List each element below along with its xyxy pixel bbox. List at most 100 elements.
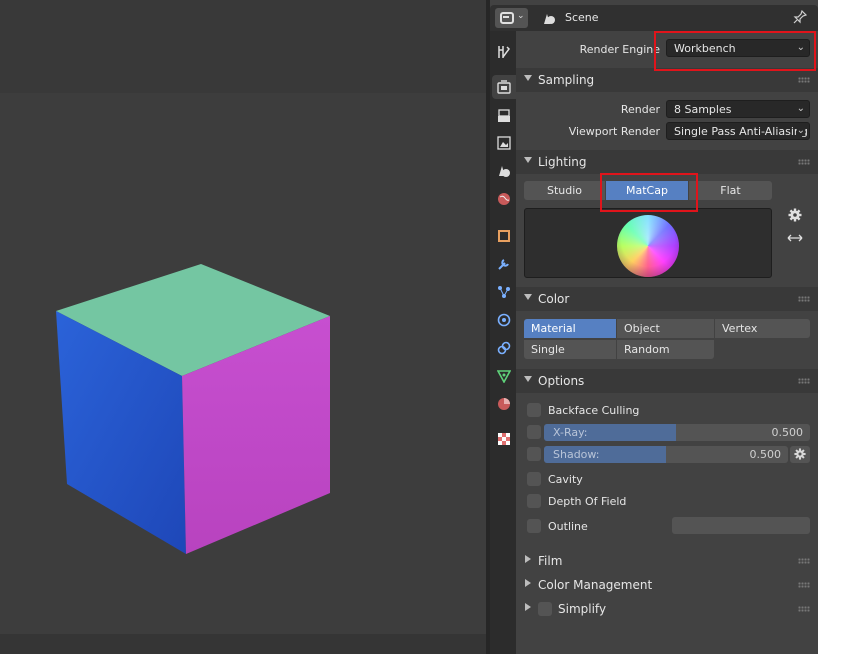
render-engine-label: Render Engine (579, 43, 660, 56)
shadow-settings-button[interactable] (790, 446, 810, 463)
depth-of-field-label: Depth Of Field (548, 495, 627, 508)
tab-output[interactable] (492, 104, 516, 128)
simplify-section-header[interactable]: Simplify (516, 597, 818, 621)
collapse-arrow-icon (525, 579, 531, 587)
chevron-down-icon: ⌄ (796, 125, 805, 136)
tab-render[interactable] (492, 75, 516, 99)
texture-icon (498, 433, 510, 445)
xray-checkbox[interactable] (527, 425, 541, 439)
tab-tool[interactable] (492, 40, 516, 64)
drag-grip-icon[interactable] (798, 558, 810, 564)
tab-particles[interactable] (492, 280, 516, 304)
drag-grip-icon[interactable] (798, 159, 810, 165)
xray-label: X-Ray: (553, 426, 588, 439)
render-icon (497, 80, 511, 94)
viewport-render-dropdown[interactable]: Single Pass Anti-Aliasing ⌄ (666, 122, 810, 140)
matcap-highlight-box (600, 173, 698, 212)
drag-grip-icon[interactable] (798, 378, 810, 384)
matcap-preview[interactable] (524, 208, 772, 278)
tab-physics[interactable] (492, 308, 516, 332)
tab-constraints[interactable] (492, 336, 516, 360)
expand-arrow-icon (524, 75, 532, 81)
mesh-data-icon (497, 370, 511, 383)
scene-label: Scene (565, 11, 599, 24)
color-management-section-header[interactable]: Color Management (516, 573, 818, 597)
tab-world[interactable] (492, 187, 516, 211)
gear-icon (794, 448, 806, 460)
gear-icon[interactable] (788, 208, 802, 222)
film-section-header[interactable]: Film (516, 549, 818, 573)
expand-arrow-icon (524, 376, 532, 382)
cavity-checkbox[interactable] (527, 472, 541, 486)
depth-of-field-checkbox[interactable] (527, 494, 541, 508)
cavity-label: Cavity (548, 473, 583, 486)
cube-mesh[interactable] (0, 0, 486, 654)
view-layer-icon (497, 136, 511, 150)
color-section-header[interactable]: Color (516, 287, 818, 311)
shadow-label: Shadow: (553, 448, 600, 461)
drag-grip-icon[interactable] (798, 606, 810, 612)
xray-slider[interactable]: X-Ray: 0.500 (544, 424, 810, 441)
lighting-studio-button[interactable]: Studio (524, 181, 605, 200)
lighting-flat-button[interactable]: Flat (689, 181, 772, 200)
tab-data[interactable] (492, 364, 516, 388)
properties-tab-strip (490, 31, 516, 654)
outline-color-field[interactable] (672, 517, 810, 534)
pin-icon[interactable] (793, 10, 807, 24)
color-management-title: Color Management (538, 578, 653, 592)
flip-horizontal-icon[interactable] (787, 232, 803, 244)
properties-editor-icon (500, 12, 514, 24)
scene-icon (499, 166, 510, 177)
collapse-arrow-icon (525, 603, 531, 611)
drag-grip-icon[interactable] (798, 296, 810, 302)
drag-grip-icon[interactable] (798, 582, 810, 588)
chevron-down-icon: ⌄ (796, 103, 805, 114)
sampling-section-header[interactable]: Sampling (516, 68, 818, 92)
tab-material[interactable] (492, 392, 516, 416)
lighting-title: Lighting (538, 155, 587, 169)
world-icon (498, 193, 510, 205)
editor-type-button[interactable]: ⌄ (495, 8, 528, 28)
backface-culling-checkbox[interactable] (527, 403, 541, 417)
tab-object[interactable] (492, 224, 516, 248)
color-object-button[interactable]: Object (617, 319, 714, 338)
color-single-button[interactable]: Single (524, 340, 616, 359)
material-icon (498, 398, 510, 410)
constraints-icon (497, 341, 511, 355)
outline-label: Outline (548, 520, 588, 533)
shadow-slider[interactable]: Shadow: 0.500 (544, 446, 788, 463)
backface-culling-label: Backface Culling (548, 404, 640, 417)
options-section-header[interactable]: Options (516, 369, 818, 393)
output-icon (498, 109, 510, 122)
matcap-sphere-shading (617, 215, 679, 277)
simplify-checkbox[interactable] (538, 602, 552, 616)
shadow-checkbox[interactable] (527, 447, 541, 461)
properties-editor: ⌄ Scene Render Engine Workbench ⌄ Sampli… (490, 0, 818, 654)
options-title: Options (538, 374, 585, 388)
3d-viewport[interactable] (0, 0, 486, 654)
tab-texture[interactable] (492, 427, 516, 451)
drag-grip-icon[interactable] (798, 77, 810, 83)
tab-scene[interactable] (492, 159, 516, 183)
color-material-button[interactable]: Material (524, 319, 616, 338)
lighting-section-header[interactable]: Lighting (516, 150, 818, 174)
sampling-title: Sampling (538, 73, 595, 87)
collapse-arrow-icon (525, 555, 531, 563)
wrench-icon (498, 259, 509, 270)
color-random-button[interactable]: Random (617, 340, 714, 359)
render-engine-highlight-box (654, 31, 816, 71)
particles-icon (498, 286, 510, 298)
color-vertex-button[interactable]: Vertex (715, 319, 810, 338)
simplify-title: Simplify (558, 602, 607, 616)
tool-icon (498, 46, 510, 58)
outline-checkbox[interactable] (527, 519, 541, 533)
viewport-render-value: Single Pass Anti-Aliasing (674, 125, 808, 138)
expand-arrow-icon (524, 157, 532, 163)
render-properties-panel: Render Engine Workbench ⌄ Sampling Rende… (516, 31, 818, 654)
sampling-render-value: 8 Samples (674, 103, 732, 116)
sampling-render-dropdown[interactable]: 8 Samples ⌄ (666, 100, 810, 118)
tab-modifiers[interactable] (492, 252, 516, 276)
scene-icon (544, 14, 555, 24)
xray-value: 0.500 (771, 426, 804, 439)
tab-view-layer[interactable] (492, 131, 516, 155)
